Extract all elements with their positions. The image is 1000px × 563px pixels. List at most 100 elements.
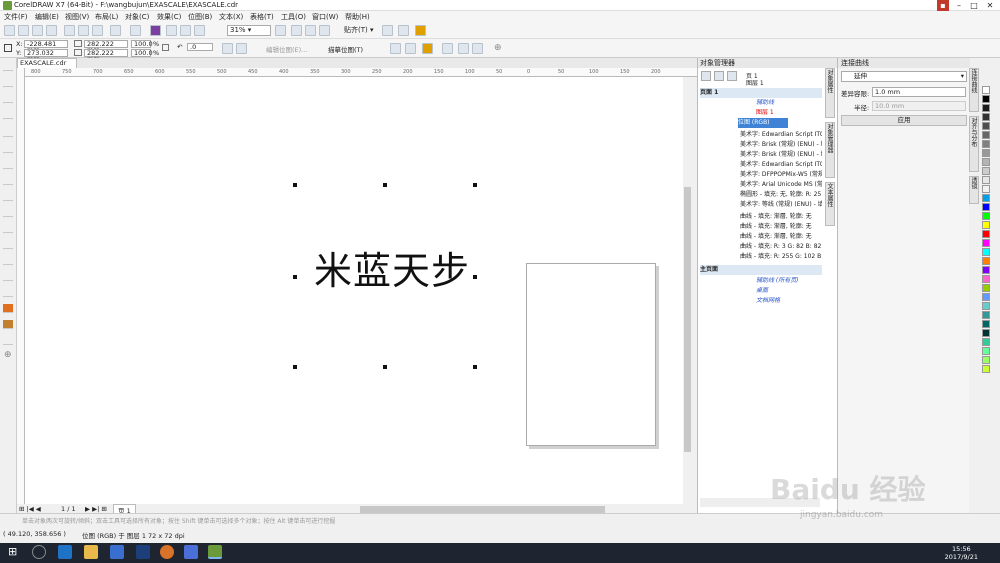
smart-fill-icon[interactable] (3, 320, 13, 329)
open-icon[interactable] (18, 25, 29, 36)
media-player-icon[interactable] (184, 545, 198, 559)
tree-curve[interactable]: 曲线 - 填充: 渐層, 轮廓: 无 (740, 212, 822, 222)
freehand-tool-icon[interactable] (3, 128, 13, 137)
tree-curve[interactable]: 曲线 - 填充: R: 3 G: 82 B: 82 (# (740, 242, 822, 252)
link-bitmap-icon[interactable] (458, 43, 469, 54)
crop-tool-icon[interactable] (3, 94, 13, 103)
tree-page-1[interactable]: 页面 1 (700, 88, 822, 98)
color-swatch[interactable] (982, 230, 990, 238)
color-swatch[interactable] (982, 284, 990, 292)
color-swatch[interactable] (982, 167, 990, 175)
tree-master-page[interactable]: 主页面 (700, 265, 822, 275)
next-page-button[interactable]: ▶ ▶| ⊞ (85, 505, 107, 513)
layer-manager-view-icon[interactable] (727, 71, 737, 81)
color-swatch[interactable] (982, 266, 990, 274)
menu-tools[interactable]: 工具(O) (281, 12, 306, 22)
pick-tool-icon[interactable] (3, 62, 13, 71)
mirror-vertical-icon[interactable] (236, 43, 247, 54)
resample-icon[interactable] (405, 43, 416, 54)
artistic-text-object[interactable]: 米蓝天步 (314, 240, 470, 295)
selection-handle-tl[interactable] (293, 183, 297, 187)
color-swatch[interactable] (982, 122, 990, 130)
copy-icon[interactable] (78, 25, 89, 36)
horizontal-ruler[interactable]: 800 750 700 650 600 550 500 450 400 350 300 250 200 1… (25, 68, 697, 77)
color-swatch[interactable] (982, 212, 990, 220)
tree-ellipse[interactable]: 椭圆形 - 填充: 无, 轮廓: R: 25 (740, 190, 822, 200)
height-field[interactable]: 282.222 mm (84, 49, 128, 62)
mirror-horizontal-icon[interactable] (222, 43, 233, 54)
file-explorer-icon[interactable] (84, 545, 98, 559)
selection-handle-bc[interactable] (383, 365, 387, 369)
x-position-field[interactable]: -228.481 mm (24, 40, 68, 53)
color-swatch[interactable] (982, 311, 990, 319)
edge-icon[interactable] (58, 545, 72, 559)
color-swatch[interactable] (982, 221, 990, 229)
transparency-tool-icon[interactable] (3, 272, 13, 281)
crop-bitmap-icon[interactable] (390, 43, 401, 54)
color-swatch[interactable] (982, 158, 990, 166)
apply-button[interactable]: 应用 (841, 115, 967, 126)
menu-object[interactable]: 对象(C) (125, 12, 149, 22)
parallel-dimension-icon[interactable] (3, 224, 13, 233)
color-swatch[interactable] (982, 104, 990, 112)
menu-effects[interactable]: 效果(C) (157, 12, 181, 22)
color-swatch[interactable] (982, 149, 990, 157)
zoom-tool-icon[interactable] (3, 110, 13, 119)
store-icon[interactable] (110, 545, 124, 559)
color-swatch[interactable] (982, 185, 990, 193)
angle-field[interactable]: .0 (187, 43, 213, 51)
tree-bitmap-selected[interactable]: 位图 (RGB) (738, 118, 788, 128)
y-position-field[interactable]: 273.032 mm (24, 49, 68, 62)
trace-bitmap-button[interactable]: 描摹位图(T) (328, 44, 363, 54)
menu-bitmap[interactable]: 位图(B) (188, 12, 212, 22)
object-properties-icon[interactable] (701, 71, 711, 81)
width-field[interactable]: 282.222 mm (84, 40, 128, 53)
menu-file[interactable]: 文件(F) (4, 12, 28, 22)
first-page-button[interactable]: ⊞ |◀ ◀ (19, 505, 41, 513)
text-tool-icon[interactable] (3, 208, 13, 217)
publish-pdf-icon[interactable] (194, 25, 205, 36)
snap-to-button[interactable]: 贴齐(T) ▾ (344, 25, 374, 35)
tab-join-curves[interactable]: 连接曲线 (969, 68, 979, 112)
outline-pen-icon[interactable] (3, 336, 13, 345)
print-icon[interactable] (46, 25, 57, 36)
options-icon[interactable] (382, 25, 393, 36)
color-swatch[interactable] (982, 302, 990, 310)
radius-field[interactable]: 10.0 mm (872, 101, 966, 111)
artistic-media-icon[interactable] (3, 144, 13, 153)
selection-handle-mr[interactable] (473, 275, 477, 279)
polygon-tool-icon[interactable] (3, 192, 13, 201)
eyedropper-icon[interactable] (3, 288, 13, 297)
show-grid-icon[interactable] (305, 25, 316, 36)
show-rulers-icon[interactable] (291, 25, 302, 36)
drop-shadow-icon[interactable] (3, 256, 13, 265)
color-swatch[interactable] (982, 356, 990, 364)
lock-ratio-icon[interactable] (162, 44, 169, 51)
tab-text-properties[interactable]: 文本属性 (825, 182, 835, 226)
application-launcher-icon[interactable] (398, 25, 409, 36)
menu-text[interactable]: 文本(X) (219, 12, 243, 22)
tree-artistic-text[interactable]: 美术字: DFPPOPMix-W5 (常规) (740, 170, 822, 180)
join-mode-select[interactable]: 延伸 ▾ (841, 71, 967, 82)
tree-curve[interactable]: 曲线 - 填充: 渐層, 轮廓: 无 (740, 232, 822, 242)
selection-handle-bl[interactable] (293, 365, 297, 369)
tree-artistic-text[interactable]: 美术字: 等线 (常规) (ENU) - 填 (740, 200, 822, 210)
color-swatch[interactable] (982, 338, 990, 346)
menu-window[interactable]: 窗口(W) (312, 12, 338, 22)
color-swatch[interactable] (982, 293, 990, 301)
tab-object-properties[interactable]: 对象属性 (825, 68, 835, 118)
redo-icon[interactable] (130, 25, 141, 36)
cut-icon[interactable] (64, 25, 75, 36)
color-swatch[interactable] (982, 239, 990, 247)
add-tool-icon[interactable]: ⊕ (4, 350, 12, 360)
tree-artistic-text[interactable]: 美术字: Brisk (常规) (ENU) - 填 (740, 150, 822, 160)
document-tab[interactable]: EXASCALE.cdr (17, 58, 77, 68)
color-swatch[interactable] (982, 176, 990, 184)
color-swatch[interactable] (982, 248, 990, 256)
color-swatch[interactable] (982, 95, 990, 103)
maximize-button[interactable]: □ (967, 0, 981, 11)
color-swatch[interactable] (982, 329, 990, 337)
ellipse-tool-icon[interactable] (3, 176, 13, 185)
menu-table[interactable]: 表格(T) (250, 12, 274, 22)
selection-handle-ml[interactable] (293, 275, 297, 279)
